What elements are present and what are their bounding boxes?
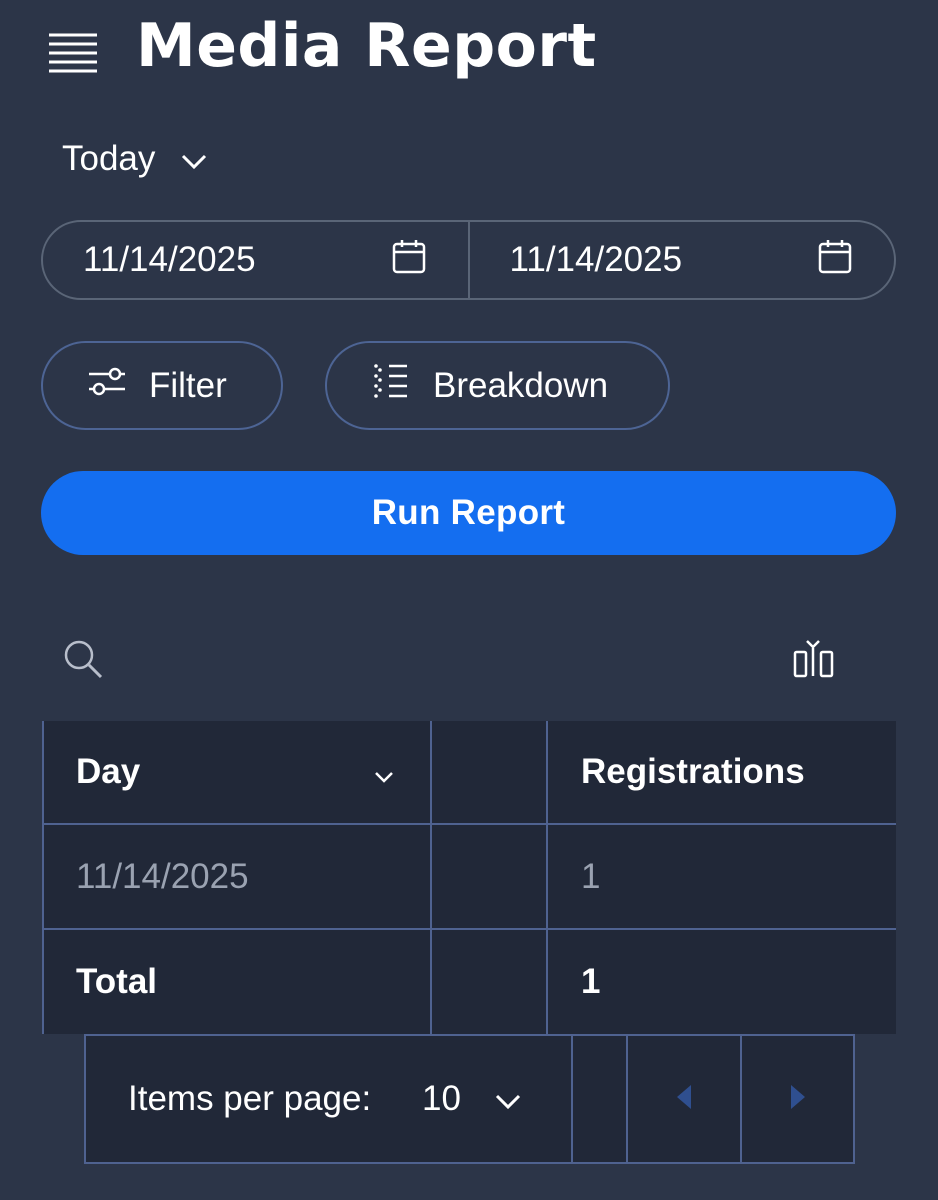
filter-button[interactable]: Filter [41,341,283,430]
search-icon[interactable] [62,638,104,680]
report-table: Day Registrations 11/14/2025 1 Total 1 [42,721,896,1034]
column-header-day[interactable]: Day [76,721,396,823]
table-border [42,721,44,1034]
hamburger-menu-icon[interactable] [48,32,98,74]
calendar-icon[interactable] [392,238,426,283]
period-dropdown[interactable]: Today [62,132,207,186]
chevron-down-icon[interactable] [374,752,394,792]
column-header-registrations[interactable]: Registrations [581,721,805,823]
paginator-divider [571,1036,573,1162]
column-header-label: Day [76,752,141,791]
column-header-empty [432,721,546,823]
table-column-divider [546,721,548,1034]
run-report-button[interactable]: Run Report [41,471,896,555]
chevron-down-icon [181,139,207,179]
caret-left-icon [675,1084,693,1115]
calendar-icon[interactable] [818,238,852,283]
previous-page-button[interactable] [628,1036,740,1162]
list-icon [373,362,409,409]
total-registrations: 1 [581,962,601,1001]
page-title: Media Report [136,11,597,81]
start-date-value: 11/14/2025 [83,240,256,279]
table-cell-day: 11/14/2025 [76,856,249,896]
sliders-icon [87,365,127,406]
total-label: Total [76,962,158,1001]
chevron-down-icon [495,1079,521,1119]
start-date-field[interactable]: 11/14/2025 [43,222,468,298]
next-page-button[interactable] [742,1036,854,1162]
caret-right-icon [789,1084,807,1115]
breakdown-label: Breakdown [433,365,609,405]
date-range-picker: 11/14/2025 11/14/2025 [41,220,896,300]
items-per-page-select[interactable]: 10 [422,1036,521,1162]
columns-icon[interactable] [792,638,836,682]
items-per-page-label: Items per page: [128,1079,372,1118]
paginator: Items per page: 10 [84,1034,855,1164]
breakdown-button[interactable]: Breakdown [325,341,670,430]
table-cell-empty [432,825,546,928]
end-date-value: 11/14/2025 [509,240,683,279]
end-date-field[interactable]: 11/14/2025 [470,222,895,298]
total-cell-empty [432,930,546,1034]
filter-label: Filter [149,365,227,405]
period-selected-label: Today [62,139,156,178]
table-cell-registrations: 1 [581,856,601,896]
items-per-page-value: 10 [422,1079,461,1118]
